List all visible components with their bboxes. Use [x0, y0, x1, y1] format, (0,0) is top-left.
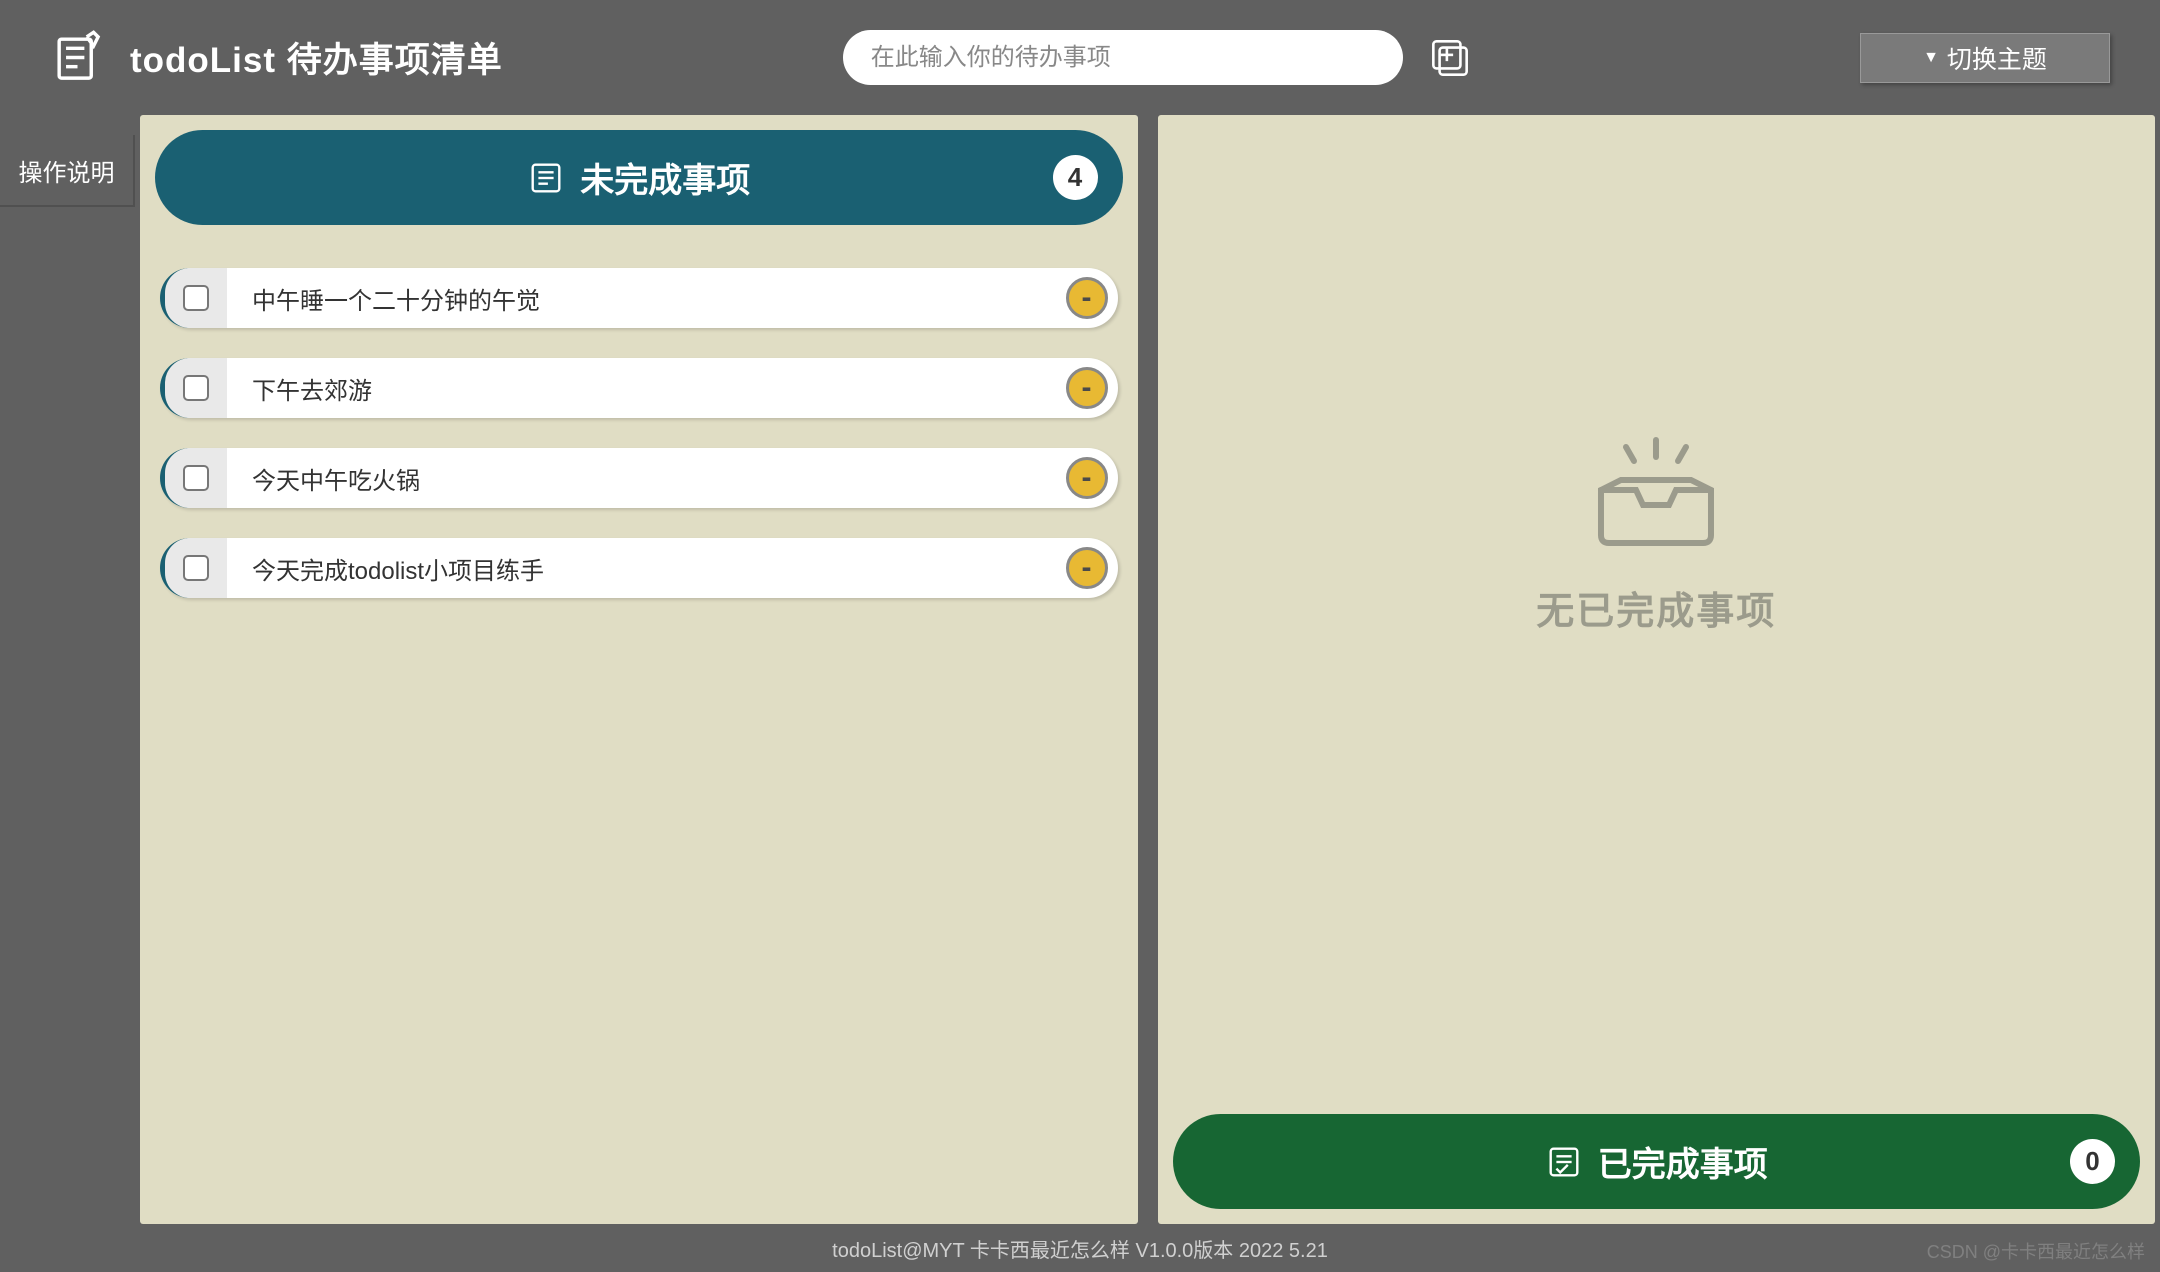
completed-empty-area: 无已完成事项 [1158, 115, 2156, 1114]
sidebar-item-label: 操作说明 [19, 153, 115, 188]
todo-checkbox[interactable] [183, 285, 209, 311]
watermark: CSDN @卡卡西最近怎么样 [1927, 1238, 2145, 1264]
logo-section: todoList 待办事项清单 [50, 30, 503, 85]
todo-text: 今天中午吃火锅 [227, 461, 1066, 496]
todo-checkbox[interactable] [183, 555, 209, 581]
content-area: 未完成事项 4 中午睡一个二十分钟的午觉 - 下午去郊游 - [135, 115, 2160, 1224]
add-button[interactable] [1423, 30, 1478, 85]
todo-item: 今天完成todolist小项目练手 - [160, 538, 1118, 598]
checkbox-wrapper [165, 448, 227, 508]
todo-item: 中午睡一个二十分钟的午觉 - [160, 268, 1118, 328]
input-section [843, 30, 1478, 85]
todo-text: 下午去郊游 [227, 371, 1066, 406]
todo-input[interactable] [843, 30, 1403, 85]
main-container: 操作说明 未完成事项 4 中午睡一个二十分钟的午觉 [0, 115, 2160, 1224]
delete-button[interactable]: - [1066, 277, 1108, 319]
app-header: todoList 待办事项清单 切换主题 [0, 0, 2160, 115]
pending-title: 未完成事项 [580, 153, 750, 202]
delete-button[interactable]: - [1066, 367, 1108, 409]
sidebar-item-help[interactable]: 操作说明 [0, 135, 135, 207]
pending-list: 中午睡一个二十分钟的午觉 - 下午去郊游 - 今天中午吃火锅 - [140, 240, 1138, 656]
notepad-icon [50, 30, 105, 85]
footer: todoList@MYT 卡卡西最近怎么样 V1.0.0版本 2022 5.21 [0, 1224, 2160, 1272]
theme-button-label: 切换主题 [1947, 40, 2047, 76]
todo-text: 中午睡一个二十分钟的午觉 [227, 281, 1066, 316]
empty-inbox-icon [1581, 435, 1731, 555]
todo-item: 下午去郊游 - [160, 358, 1118, 418]
empty-text: 无已完成事项 [1536, 580, 1776, 635]
checkbox-wrapper [165, 538, 227, 598]
app-title: todoList 待办事项清单 [130, 32, 503, 83]
theme-switch-button[interactable]: 切换主题 [1860, 33, 2110, 83]
empty-state: 无已完成事项 [1536, 435, 1776, 635]
sidebar: 操作说明 [0, 115, 135, 1224]
completed-panel: 无已完成事项 已完成事项 0 [1158, 115, 2156, 1224]
completed-title: 已完成事项 [1598, 1137, 1768, 1186]
completed-header: 已完成事项 0 [1173, 1114, 2141, 1209]
pending-header: 未完成事项 4 [155, 130, 1123, 225]
check-list-icon [1545, 1143, 1583, 1181]
todo-checkbox[interactable] [183, 375, 209, 401]
list-icon [527, 159, 565, 197]
delete-button[interactable]: - [1066, 547, 1108, 589]
delete-button[interactable]: - [1066, 457, 1108, 499]
checkbox-wrapper [165, 268, 227, 328]
todo-text: 今天完成todolist小项目练手 [227, 551, 1066, 586]
pending-panel: 未完成事项 4 中午睡一个二十分钟的午觉 - 下午去郊游 - [140, 115, 1138, 1224]
completed-count-badge: 0 [2070, 1139, 2115, 1184]
checkbox-wrapper [165, 358, 227, 418]
footer-text: todoList@MYT 卡卡西最近怎么样 V1.0.0版本 2022 5.21 [832, 1234, 1328, 1263]
add-icon [1425, 33, 1475, 83]
pending-count-badge: 4 [1053, 155, 1098, 200]
todo-item: 今天中午吃火锅 - [160, 448, 1118, 508]
todo-checkbox[interactable] [183, 465, 209, 491]
